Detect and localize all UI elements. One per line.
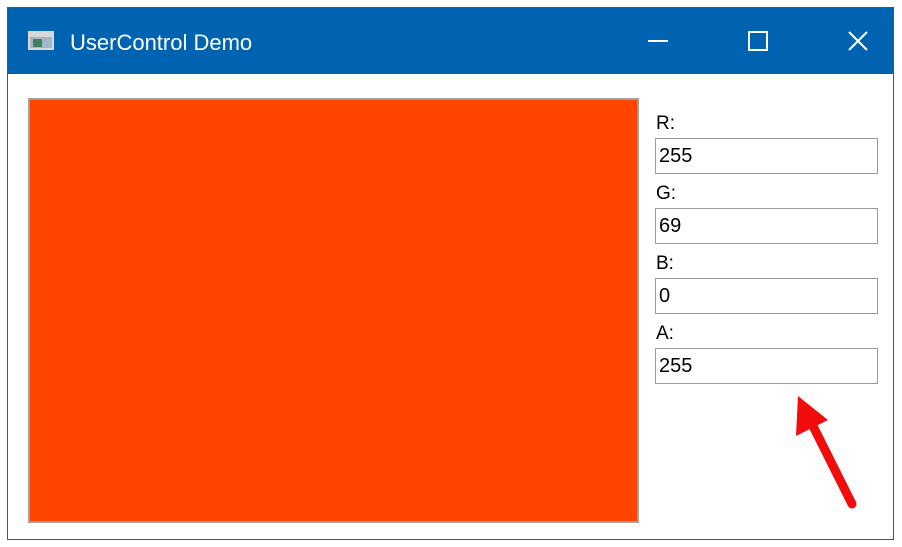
a-label: A: bbox=[656, 323, 674, 344]
title-bar[interactable]: UserControl Demo bbox=[8, 8, 893, 74]
g-label: G: bbox=[656, 183, 677, 204]
app-window: UserControl Demo R: G: B: A: bbox=[7, 7, 894, 540]
close-icon bbox=[848, 31, 868, 51]
close-button[interactable] bbox=[808, 8, 893, 74]
a-input[interactable] bbox=[655, 348, 878, 384]
minimize-button[interactable] bbox=[608, 8, 708, 74]
app-window-icon bbox=[28, 31, 54, 50]
red-arrow-annotation bbox=[796, 396, 857, 509]
g-input[interactable] bbox=[655, 208, 878, 244]
r-input[interactable] bbox=[655, 138, 878, 174]
r-label: R: bbox=[656, 113, 675, 134]
maximize-icon bbox=[748, 31, 768, 51]
b-label: B: bbox=[656, 253, 674, 274]
minimize-icon bbox=[648, 40, 668, 42]
color-preview-swatch bbox=[28, 98, 639, 523]
b-input[interactable] bbox=[655, 278, 878, 314]
rgba-fields: R: G: B: A: bbox=[655, 112, 880, 392]
window-title: UserControl Demo bbox=[70, 30, 253, 55]
maximize-button[interactable] bbox=[708, 8, 808, 74]
